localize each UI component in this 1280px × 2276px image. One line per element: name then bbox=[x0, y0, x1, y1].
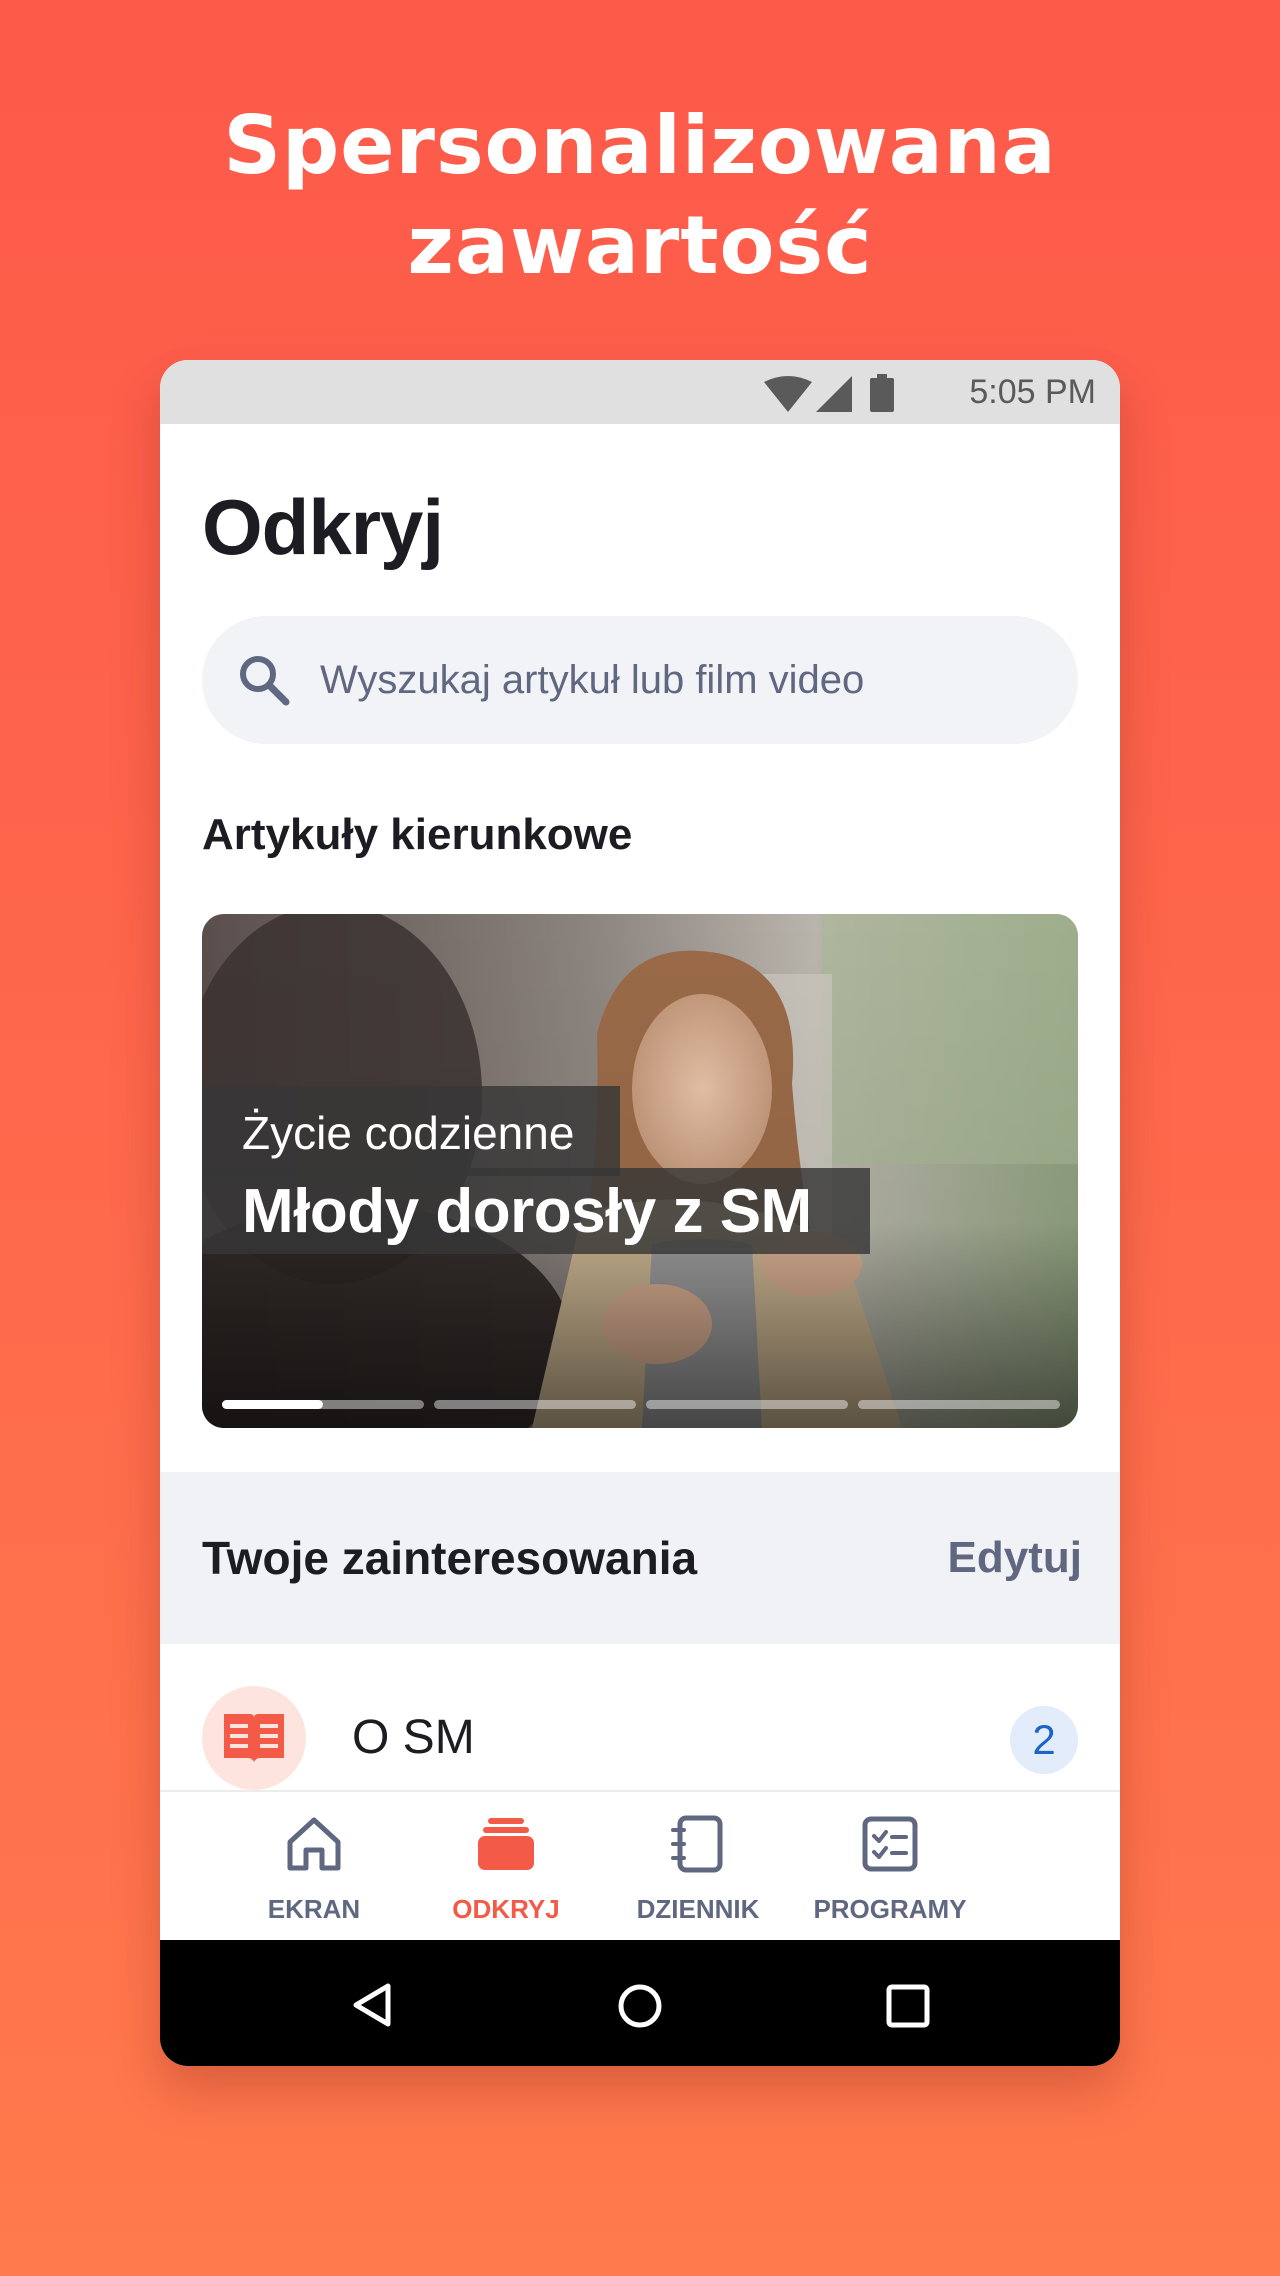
discover-screen: Odkryj Wyszukaj artykuł lub film video A… bbox=[160, 424, 1120, 1801]
article-title[interactable]: Młody dorosły z SM bbox=[242, 1176, 812, 1247]
system-nav-bar bbox=[160, 1940, 1120, 2066]
nav-label-dziennik: DZIENNIK bbox=[636, 1894, 760, 1924]
status-time: 5:05 PM bbox=[969, 373, 1096, 411]
back-icon[interactable] bbox=[350, 1982, 394, 2028]
nav-item-odkryj[interactable]: ODKRYJ bbox=[406, 1792, 606, 1942]
interest-count-badge: 2 bbox=[1010, 1706, 1078, 1774]
phone-frame: 5:05 PM Odkryj Wyszukaj artykuł lub film… bbox=[160, 360, 1120, 2066]
nav-item-dziennik[interactable]: DZIENNIK bbox=[598, 1792, 798, 1942]
promo-headline-line2: zawartość bbox=[407, 199, 873, 292]
carousel-indicator-progress bbox=[222, 1400, 323, 1409]
interests-header: Twoje zainteresowania Edytuj bbox=[160, 1472, 1120, 1644]
nav-item-programy[interactable]: PROGRAMY bbox=[790, 1792, 990, 1942]
signal-icon bbox=[816, 376, 852, 412]
book-icon bbox=[224, 1714, 284, 1762]
search-input[interactable]: Wyszukaj artykuł lub film video bbox=[202, 616, 1078, 744]
promo-headline-line1: Spersonalizowana bbox=[223, 99, 1057, 192]
carousel-indicators bbox=[222, 1400, 1060, 1410]
interest-avatar bbox=[202, 1686, 306, 1790]
status-bar: 5:05 PM bbox=[160, 360, 1120, 424]
bottom-nav: EKRAN ODKRYJ DZIENNIK PROGRAMY bbox=[160, 1790, 1120, 1940]
featured-carousel[interactable]: Życie codzienne Młody dorosły z SM bbox=[202, 914, 1078, 1428]
battery-icon bbox=[870, 374, 894, 412]
recents-icon[interactable] bbox=[886, 1984, 930, 2028]
carousel-indicator[interactable] bbox=[858, 1400, 1060, 1409]
article-category: Życie codzienne bbox=[242, 1107, 575, 1159]
interest-label: O SM bbox=[352, 1711, 475, 1764]
page-title: Odkryj bbox=[202, 483, 444, 571]
carousel-indicator[interactable] bbox=[646, 1400, 848, 1409]
search-icon bbox=[240, 656, 290, 706]
featured-section-title: Artykuły kierunkowe bbox=[202, 810, 633, 859]
stack-icon bbox=[478, 1818, 534, 1870]
notebook-icon bbox=[671, 1815, 723, 1873]
edit-interests-button[interactable]: Edytuj bbox=[948, 1472, 1082, 1644]
nav-label-programy: PROGRAMY bbox=[813, 1894, 967, 1924]
interests-title: Twoje zainteresowania bbox=[202, 1532, 698, 1584]
search-placeholder: Wyszukaj artykuł lub film video bbox=[320, 658, 865, 702]
interest-item[interactable]: O SM 2 bbox=[160, 1644, 1120, 1801]
status-icons bbox=[764, 374, 894, 412]
carousel-indicator[interactable] bbox=[434, 1400, 636, 1409]
nav-label-ekran: EKRAN bbox=[267, 1894, 361, 1924]
promo-headline: Spersonalizowana zawartość bbox=[0, 96, 1280, 296]
carousel-indicator[interactable] bbox=[222, 1400, 424, 1409]
nav-label-odkryj: ODKRYJ bbox=[452, 1894, 560, 1924]
home-button-icon[interactable] bbox=[616, 1982, 664, 2030]
wifi-icon bbox=[764, 376, 812, 412]
home-icon bbox=[287, 1817, 341, 1871]
nav-item-ekran[interactable]: EKRAN bbox=[214, 1792, 414, 1942]
checklist-icon bbox=[862, 1816, 918, 1872]
